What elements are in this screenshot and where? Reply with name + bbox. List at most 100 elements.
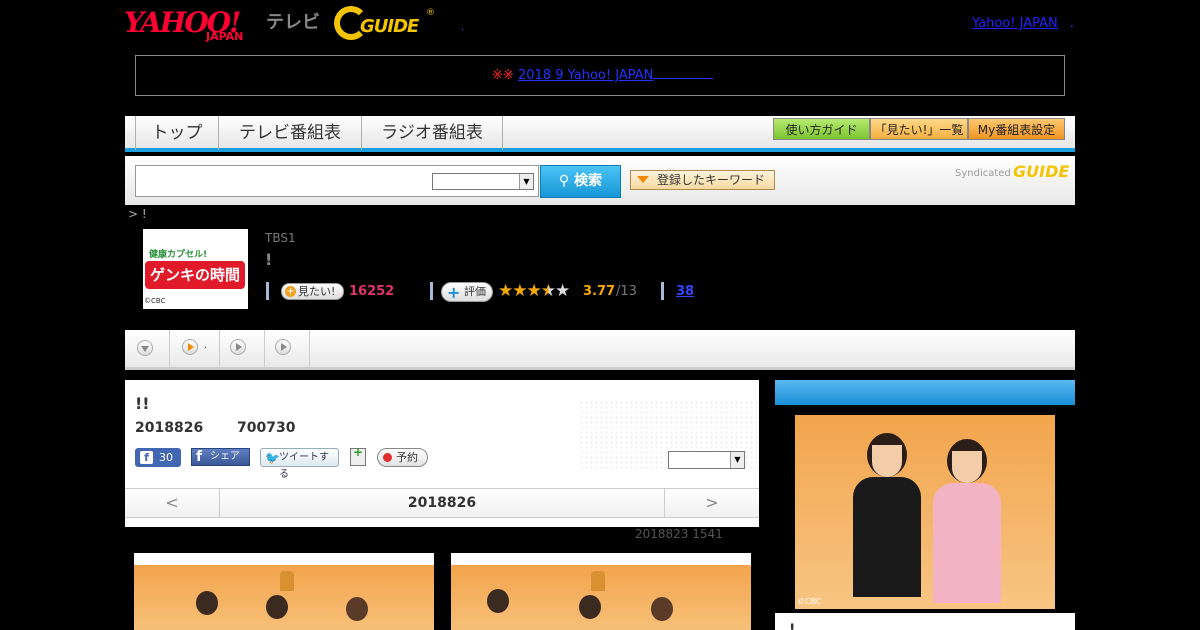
page: YAHOO! JAPAN テレビ GUIDE ® . Yahoo! JAPAN … bbox=[0, 0, 1200, 630]
want-to-see-count: 16252 bbox=[349, 284, 395, 299]
header-dot: . bbox=[1070, 16, 1074, 30]
usage-guide-button[interactable]: 使い方ガイド bbox=[773, 118, 870, 140]
facebook-like-button[interactable]: f 30 bbox=[135, 448, 181, 467]
main-nav: トップ テレビ番組表 ラジオ番組表 使い方ガイド 「見たい!」一覧 My番組表設… bbox=[125, 116, 1075, 152]
facebook-like-count: 30 bbox=[159, 451, 173, 464]
program-title: ! bbox=[265, 250, 273, 269]
divider bbox=[430, 282, 433, 300]
plus-icon: + bbox=[285, 286, 296, 297]
episode-select[interactable]: ▼ bbox=[668, 451, 745, 469]
tv-label: テレビ bbox=[266, 12, 320, 33]
current-day-label: 2018826 bbox=[407, 495, 477, 511]
star-half-icon: ★ bbox=[540, 281, 556, 301]
lamp-decoration bbox=[591, 571, 605, 591]
sidebar-caption: ! bbox=[789, 622, 796, 630]
rate-button[interactable]: + 評価 bbox=[441, 282, 493, 302]
channel-name: TBS1 bbox=[265, 231, 296, 245]
episode-nav-item-current[interactable]: . bbox=[170, 330, 220, 367]
yahoo-japan-logo[interactable]: YAHOO! JAPAN bbox=[124, 6, 264, 43]
search-icon: ⚲ bbox=[558, 173, 570, 189]
person-head bbox=[346, 597, 368, 621]
chevron-down-icon bbox=[137, 340, 153, 356]
want-to-see-button[interactable]: + 見たい! bbox=[281, 283, 344, 300]
record-dot-icon bbox=[383, 453, 392, 462]
episode-nav-item[interactable] bbox=[220, 330, 265, 367]
chevron-down-icon: ▼ bbox=[519, 174, 533, 189]
episode-panel: !! 2018826 700730 f 30 f シェア 🐦 ツイートする + … bbox=[125, 380, 759, 527]
notice-link-text: 2018 9 Yahoo! JAPAN bbox=[518, 68, 654, 83]
episode-photo[interactable] bbox=[451, 553, 751, 630]
reserve-label: 予約 bbox=[396, 451, 418, 464]
notice-mark: ※※ bbox=[492, 68, 514, 83]
star-icon: ★ bbox=[512, 281, 527, 301]
episode-photo[interactable] bbox=[134, 553, 434, 630]
episode-time: 700730 bbox=[237, 420, 296, 436]
person-head bbox=[651, 597, 673, 621]
rating-score: 3.77 bbox=[583, 284, 616, 299]
divider bbox=[266, 282, 269, 300]
reviews-link[interactable]: 38 bbox=[676, 284, 694, 299]
episode-nav-toggle[interactable] bbox=[125, 330, 170, 367]
play-icon bbox=[182, 339, 198, 355]
lamp-decoration bbox=[280, 571, 294, 591]
tweet-button[interactable]: 🐦 ツイートする bbox=[260, 448, 339, 480]
facebook-icon: f bbox=[196, 449, 203, 465]
yahoo-logo-sub: JAPAN bbox=[206, 30, 244, 43]
day-nav: < 2018826 > bbox=[125, 488, 759, 518]
yahoo-japan-link[interactable]: Yahoo! JAPAN bbox=[972, 16, 1058, 31]
twitter-bird-icon: 🐦 bbox=[265, 451, 280, 465]
gguide-registered-mark: ® bbox=[426, 8, 435, 18]
star-icon: ★ bbox=[526, 281, 542, 301]
episode-nav-item-label: . bbox=[204, 340, 208, 351]
syndicated-gguide-logo: GUIDE bbox=[1013, 162, 1070, 181]
facebook-share-label: シェア bbox=[210, 451, 240, 462]
chevron-down-icon: ▼ bbox=[730, 452, 744, 468]
notice-box: ※※ 2018 9 Yahoo! JAPAN bbox=[135, 55, 1065, 96]
plus-icon: + bbox=[447, 283, 461, 302]
next-day-button[interactable]: > bbox=[664, 489, 759, 517]
plus-icon: + bbox=[353, 445, 364, 459]
play-icon bbox=[230, 339, 246, 355]
sidebar-photo[interactable]: ©CBC bbox=[795, 415, 1055, 609]
registered-keyword-button[interactable]: 登録したキーワード bbox=[630, 170, 775, 190]
program-thumbnail: 健康カプセル! ゲンキの時間 ©CBC bbox=[143, 229, 248, 309]
episode-nav-item[interactable] bbox=[265, 330, 310, 367]
notice-link-underline bbox=[653, 78, 714, 79]
search-bar: ▼ ⚲ 検索 登録したキーワード Syndicated GUIDE bbox=[125, 156, 1075, 205]
triangle-down-icon bbox=[637, 176, 649, 183]
episode-date: 2018826 bbox=[135, 420, 204, 436]
episode-nav: . bbox=[125, 330, 1075, 370]
facebook-icon: f bbox=[140, 451, 153, 464]
facebook-share-button[interactable]: f シェア bbox=[191, 448, 250, 466]
registered-keyword-label: 登録したキーワード bbox=[657, 173, 766, 187]
play-icon bbox=[275, 339, 291, 355]
reserve-button[interactable]: 予約 bbox=[377, 448, 428, 467]
sidebar-header bbox=[775, 380, 1075, 405]
search-category-select[interactable]: ▼ bbox=[432, 173, 534, 190]
program-thumbnail-credit: ©CBC bbox=[144, 297, 166, 305]
tweet-label: ツイートする bbox=[279, 452, 329, 480]
person-head bbox=[266, 595, 288, 619]
want-to-see-list-button[interactable]: 「見たい!」一覧 bbox=[870, 118, 968, 140]
rate-label: 評価 bbox=[464, 285, 486, 298]
my-schedule-settings-button[interactable]: My番組表設定 bbox=[968, 118, 1065, 140]
notice-link[interactable]: 2018 9 Yahoo! JAPAN bbox=[518, 68, 714, 83]
updated-timestamp: 2018823 1541 bbox=[635, 527, 723, 541]
tab-radio-schedule[interactable]: ラジオ番組表 bbox=[362, 116, 503, 150]
header-separator: . bbox=[461, 22, 465, 33]
gguide-logo[interactable]: GUIDE ® bbox=[334, 6, 435, 42]
add-calendar-icon[interactable]: + bbox=[350, 445, 366, 466]
person-head bbox=[487, 589, 509, 613]
star-icon: ★ bbox=[498, 281, 513, 301]
episode-title: !! bbox=[135, 394, 150, 413]
gguide-logo-text: GUIDE bbox=[360, 16, 419, 37]
star-empty-icon: ★ bbox=[555, 281, 570, 301]
tab-tv-schedule[interactable]: テレビ番組表 bbox=[219, 116, 362, 150]
tab-top[interactable]: トップ bbox=[135, 116, 219, 150]
sidebar-panel: ©CBC ! bbox=[775, 380, 1075, 630]
search-button[interactable]: ⚲ 検索 bbox=[540, 165, 621, 198]
breadcrumb: > ! bbox=[128, 207, 147, 221]
divider bbox=[661, 282, 664, 300]
prev-day-button[interactable]: < bbox=[125, 489, 220, 517]
person-head bbox=[196, 591, 218, 615]
